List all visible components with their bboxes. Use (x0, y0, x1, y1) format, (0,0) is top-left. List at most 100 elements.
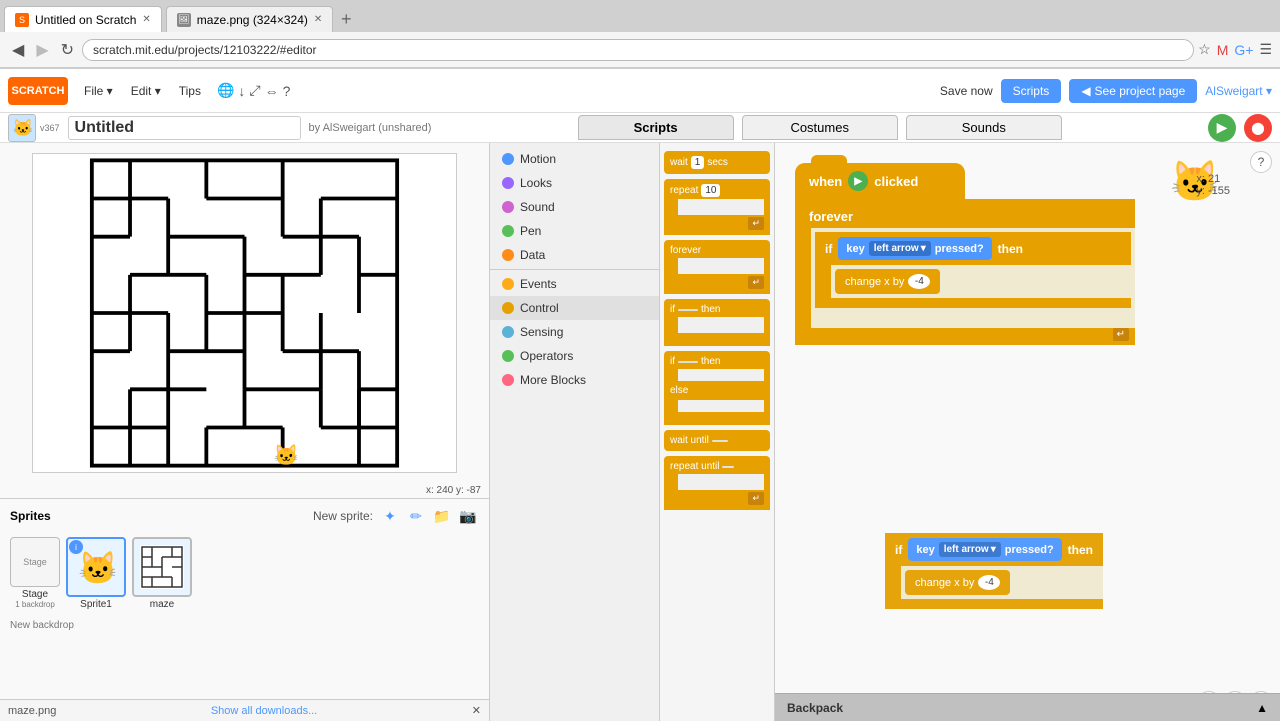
tab-costumes[interactable]: Costumes (742, 115, 898, 140)
globe-icon[interactable]: 🌐 (217, 82, 234, 99)
sprites-panel: Sprites New sprite: ✦ ✏ 📁 📷 (0, 498, 489, 699)
reload-button[interactable]: ↻ (57, 38, 78, 62)
menu-tips[interactable]: Tips (171, 80, 209, 102)
block-repeat[interactable]: repeat 10 ↵ (664, 179, 770, 235)
change-x-value-1[interactable]: -4 (908, 274, 930, 289)
tab-maze-close[interactable]: ✕ (314, 14, 322, 25)
cat-events[interactable]: Events (490, 272, 659, 296)
user-menu[interactable]: AlSweigart ▾ (1205, 84, 1272, 98)
block-if-then[interactable]: if then (664, 299, 770, 346)
forever-end-icon: ↵ (748, 276, 764, 289)
condition-block-1[interactable]: key left arrow ▾ pressed? (838, 237, 991, 260)
block-if-else[interactable]: if then else (664, 351, 770, 425)
stage-area: 🐱 x: 240 y: -87 Sprites New sprite: ✦ ✏ … (0, 143, 490, 721)
sprite-item-maze[interactable]: maze (132, 537, 192, 610)
scripts-canvas[interactable]: when ▶ clicked forever if (775, 143, 1280, 721)
pos-y: -155 (1208, 185, 1230, 197)
when-flag-block[interactable]: when ▶ clicked (795, 163, 965, 199)
help-button[interactable]: ? (1250, 151, 1272, 173)
address-bar[interactable] (82, 39, 1194, 61)
tab-maze[interactable]: 🖼 maze.png (324×324) ✕ (166, 6, 333, 32)
repeat-value[interactable]: 10 (701, 184, 720, 197)
left-arrow-dropdown-2[interactable]: left arrow ▾ (939, 542, 1001, 557)
left-arrow-dropdown-1[interactable]: left arrow ▾ (869, 241, 931, 256)
wait-value[interactable]: 1 (691, 156, 705, 169)
gmail-icon[interactable]: M (1217, 42, 1229, 58)
green-flag-button[interactable]: ▶ (1208, 114, 1236, 142)
download-icon[interactable]: ↓ (238, 82, 245, 99)
header-right: Save now Scripts ◀ See project page AlSw… (940, 79, 1272, 103)
menu-icon[interactable]: ☰ (1259, 41, 1272, 58)
project-title-input[interactable] (68, 116, 301, 140)
tab-scripts[interactable]: Scripts (578, 115, 734, 140)
position-display: x: 21 y: -155 (1196, 173, 1230, 197)
back-button[interactable]: ◀ (8, 38, 28, 62)
if-block-1[interactable]: if key left arrow ▾ pressed? (815, 232, 1131, 308)
close-download-icon[interactable]: ✕ (472, 704, 481, 717)
forward-button[interactable]: ▶ (32, 38, 52, 62)
scratch-logo[interactable]: SCRATCH (8, 77, 68, 105)
save-now-button[interactable]: Save now (940, 84, 993, 98)
cat-sensing-label: Sensing (520, 325, 563, 339)
stop-button[interactable]: ⬤ (1244, 114, 1272, 142)
backpack-bar[interactable]: Backpack ▲ (775, 693, 1280, 721)
sprite-version: v367 (40, 123, 60, 133)
new-sprite-star-button[interactable]: ✦ (379, 505, 401, 527)
flag-icon: ▶ (848, 171, 868, 191)
cat-sensing[interactable]: Sensing (490, 320, 659, 344)
resize-icon[interactable]: ⇔ (265, 82, 279, 99)
if2-condition-placeholder (678, 361, 698, 363)
tab-scratch[interactable]: S Untitled on Scratch ✕ (4, 6, 162, 32)
backpack-label: Backpack (787, 701, 843, 715)
new-sprite-camera-button[interactable]: 📷 (457, 505, 479, 527)
block-forever[interactable]: forever ↵ (664, 240, 770, 294)
block-wait[interactable]: wait 1 secs (664, 151, 770, 174)
show-downloads-link[interactable]: Show all downloads... (211, 705, 317, 717)
condition-block-2[interactable]: key left arrow ▾ pressed? (908, 538, 1061, 561)
cat-sound[interactable]: Sound (490, 195, 659, 219)
cat-looks[interactable]: Looks (490, 171, 659, 195)
stage-item[interactable]: Stage Stage 1 backdrop (10, 537, 60, 609)
if1-label: if (825, 242, 832, 256)
star-icon[interactable]: ☆ (1198, 41, 1211, 58)
block-repeat-until[interactable]: repeat until ↵ (664, 456, 770, 510)
see-project-page-button[interactable]: ◀ See project page (1069, 79, 1197, 103)
menu-file[interactable]: File ▾ (76, 80, 121, 102)
more-blocks-dot (502, 374, 514, 386)
sprites-header: Sprites New sprite: ✦ ✏ 📁 📷 (0, 499, 489, 533)
block-wait-until[interactable]: wait until (664, 430, 770, 451)
tab-scratch-close[interactable]: ✕ (142, 14, 150, 25)
nav-bar: ◀ ▶ ↻ ☆ M G+ ☰ (0, 32, 1280, 68)
cat-motion[interactable]: Motion (490, 147, 659, 171)
cat-control-label: Control (520, 301, 559, 315)
left-arrow-label-1: left arrow (874, 243, 919, 254)
maze-name: maze (150, 599, 174, 610)
cat-more-blocks[interactable]: More Blocks (490, 368, 659, 392)
forever-end-icon-2: ↵ (1113, 328, 1129, 341)
forever-block[interactable]: forever if key left arrow (795, 199, 1135, 345)
plus-icon[interactable]: G+ (1234, 42, 1253, 58)
change-x-value-2[interactable]: -4 (978, 575, 1000, 590)
if-block-2[interactable]: if key left arrow ▾ pressed? then (885, 533, 1103, 609)
help-circle-icon[interactable]: ? (283, 82, 291, 99)
new-sprite-paint-button[interactable]: ✏ (405, 505, 427, 527)
pen-dot (502, 225, 514, 237)
sprite-item-sprite1[interactable]: i 🐱 Sprite1 (66, 537, 126, 610)
change-x-block-1[interactable]: change x by -4 (835, 269, 940, 294)
change-x-block-2[interactable]: change x by -4 (905, 570, 1010, 595)
new-tab-button[interactable]: + (333, 6, 359, 32)
tab-sounds[interactable]: Sounds (906, 115, 1062, 140)
cat-operators[interactable]: Operators (490, 344, 659, 368)
current-file-label: maze.png (8, 705, 56, 717)
menu-edit[interactable]: Edit ▾ (123, 80, 169, 102)
tab-maze-label: maze.png (324×324) (197, 13, 308, 27)
cat-data[interactable]: Data (490, 243, 659, 267)
cat-pen[interactable]: Pen (490, 219, 659, 243)
cat-control[interactable]: Control (490, 296, 659, 320)
control-dot (502, 302, 514, 314)
new-sprite-folder-button[interactable]: 📁 (431, 505, 453, 527)
key1-label: key (846, 243, 864, 255)
fullscreen-icon[interactable]: ⤢ (249, 82, 260, 99)
share-button[interactable]: Scripts (1001, 79, 1062, 103)
hat-bump (811, 155, 847, 165)
